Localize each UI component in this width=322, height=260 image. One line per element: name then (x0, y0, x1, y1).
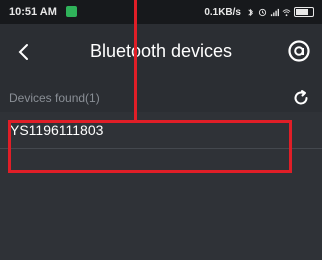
back-button[interactable] (12, 40, 36, 64)
network-speed: 0.1KB/s (204, 6, 241, 18)
back-chevron-icon (18, 44, 28, 60)
refresh-button[interactable] (290, 87, 312, 109)
signal-icon (270, 8, 279, 16)
wifi-icon (282, 8, 291, 16)
status-bar: 10:51 AM 0.1KB/s (0, 0, 322, 24)
menu-circle-icon (288, 40, 310, 62)
bluetooth-icon (248, 8, 253, 16)
battery-icon (294, 7, 314, 17)
refresh-icon (294, 90, 308, 105)
notification-icon (66, 6, 77, 17)
status-icons: 0.1KB/s (204, 5, 314, 19)
devices-found-row: Devices found(1) (0, 82, 322, 112)
annotation-pointer-line (134, 0, 137, 121)
annotation-highlight-box (8, 120, 292, 173)
status-time: 10:51 AM (9, 6, 57, 18)
battery-level (296, 9, 308, 15)
alarm-icon (258, 8, 267, 16)
devices-found-label: Devices found(1) (9, 91, 100, 105)
menu-button[interactable] (286, 38, 312, 64)
page-title: Bluetooth devices (89, 41, 233, 61)
app-header: Bluetooth devices (0, 24, 322, 82)
